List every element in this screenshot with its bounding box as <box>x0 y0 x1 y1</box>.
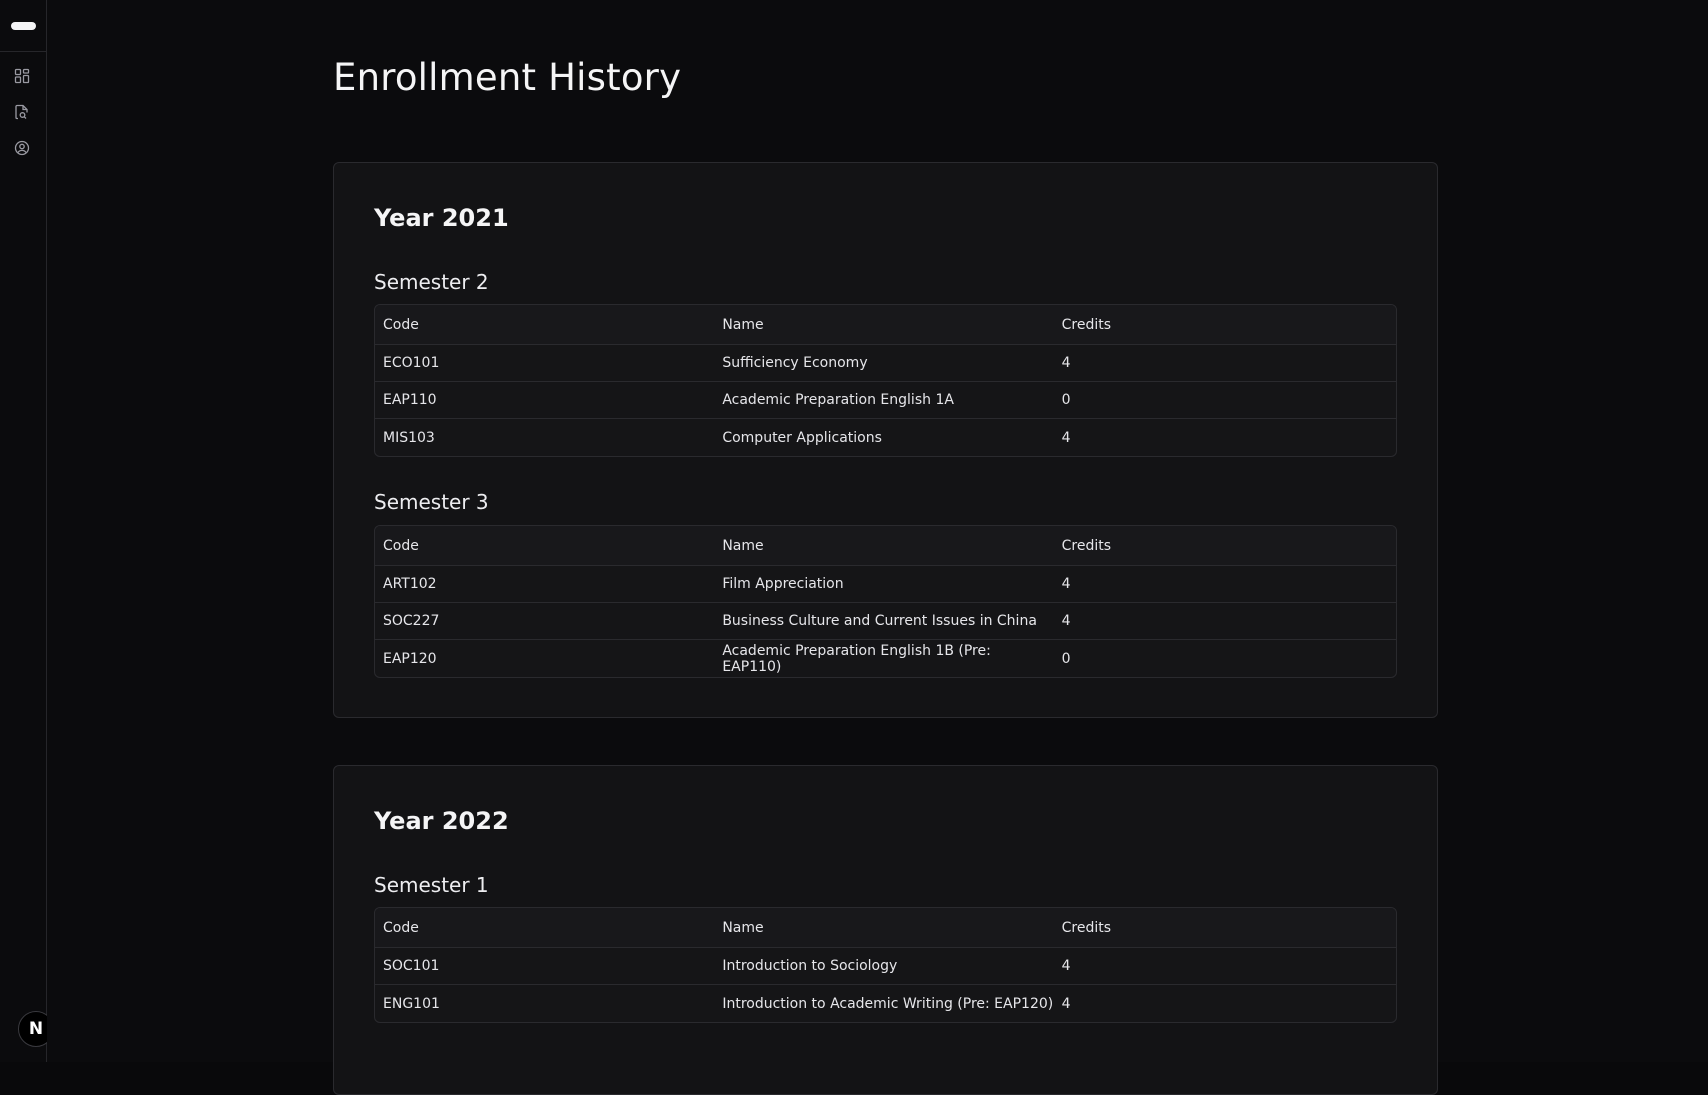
course-code: EAP120 <box>383 650 437 667</box>
course-name: Sufficiency Economy <box>722 355 868 371</box>
table-row: ART102 Film Appreciation 4 <box>375 566 1396 603</box>
course-code: SOC101 <box>383 958 440 974</box>
year-card: Year 2021 Semester 2 Code Name Credits E… <box>333 162 1438 718</box>
course-name: Introduction to Academic Writing (Pre: E… <box>722 995 1054 1012</box>
semester-title: Semester 3 <box>374 490 489 514</box>
column-header-name: Name <box>722 316 764 333</box>
course-table: Code Name Credits ECO101 Sufficiency Eco… <box>374 304 1397 457</box>
course-credits: 4 <box>1061 355 1071 371</box>
course-credits: 4 <box>1061 576 1071 592</box>
table-row: SOC101 Introduction to Sociology 4 <box>375 948 1396 985</box>
course-name: Introduction to Sociology <box>722 958 898 974</box>
user-circle-icon[interactable] <box>13 139 30 156</box>
table-header-row: Code Name Credits <box>375 305 1396 345</box>
course-credits: 0 <box>1061 650 1071 667</box>
table-header-row: Code Name Credits <box>375 526 1396 566</box>
table-row: ENG101 Introduction to Academic Writing … <box>375 985 1396 1022</box>
course-code: MIS103 <box>383 429 435 446</box>
logo-pill-icon <box>10 21 36 30</box>
table-header-row: Code Name Credits <box>375 908 1396 948</box>
course-credits: 4 <box>1061 429 1071 446</box>
column-header-credits: Credits <box>1061 316 1112 333</box>
column-header-code: Code <box>383 537 419 554</box>
course-code: SOC227 <box>383 613 440 629</box>
semester-title: Semester 2 <box>374 270 489 294</box>
course-code: ECO101 <box>383 355 440 371</box>
course-code: ART102 <box>383 576 437 592</box>
table-row: EAP110 Academic Preparation English 1A 0 <box>375 382 1396 419</box>
semester-title: Semester 1 <box>374 873 489 897</box>
course-name: Academic Preparation English 1B (Pre: EA… <box>722 642 991 675</box>
course-credits: 4 <box>1061 613 1071 629</box>
column-header-code: Code <box>383 919 419 936</box>
course-name: Computer Applications <box>722 429 882 446</box>
course-code: ENG101 <box>383 995 440 1012</box>
table-row: SOC227 Business Culture and Current Issu… <box>375 603 1396 640</box>
course-credits: 4 <box>1061 995 1071 1012</box>
course-credits: 4 <box>1061 958 1071 974</box>
year-title: Year 2022 <box>374 807 509 835</box>
sidebar <box>0 0 47 1062</box>
course-name: Academic Preparation English 1A <box>722 392 954 408</box>
course-name: Film Appreciation <box>722 576 844 592</box>
table-row: EAP120 Academic Preparation English 1B (… <box>375 640 1396 677</box>
document-search-icon[interactable] <box>13 103 30 120</box>
table-row: ECO101 Sufficiency Economy 4 <box>375 345 1396 382</box>
table-row: MIS103 Computer Applications 4 <box>375 419 1396 456</box>
course-table: Code Name Credits ART102 Film Appreciati… <box>374 525 1397 678</box>
dashboard-icon[interactable] <box>13 67 30 84</box>
column-header-name: Name <box>722 537 764 554</box>
course-credits: 0 <box>1061 392 1071 408</box>
year-card: Year 2022 Semester 1 Code Name Credits S… <box>333 765 1438 1095</box>
column-header-credits: Credits <box>1061 537 1112 554</box>
course-table: Code Name Credits SOC101 Introduction to… <box>374 907 1397 1023</box>
course-name: Business Culture and Current Issues in C… <box>722 613 1037 629</box>
column-header-name: Name <box>722 919 764 936</box>
column-header-credits: Credits <box>1061 919 1112 936</box>
course-code: EAP110 <box>383 392 437 408</box>
sidebar-logo[interactable] <box>0 0 46 52</box>
column-header-code: Code <box>383 316 419 333</box>
page-title: Enrollment History <box>333 56 682 99</box>
year-title: Year 2021 <box>374 204 509 232</box>
main-content: Enrollment History Year 2021 Semester 2 … <box>47 0 1708 1095</box>
